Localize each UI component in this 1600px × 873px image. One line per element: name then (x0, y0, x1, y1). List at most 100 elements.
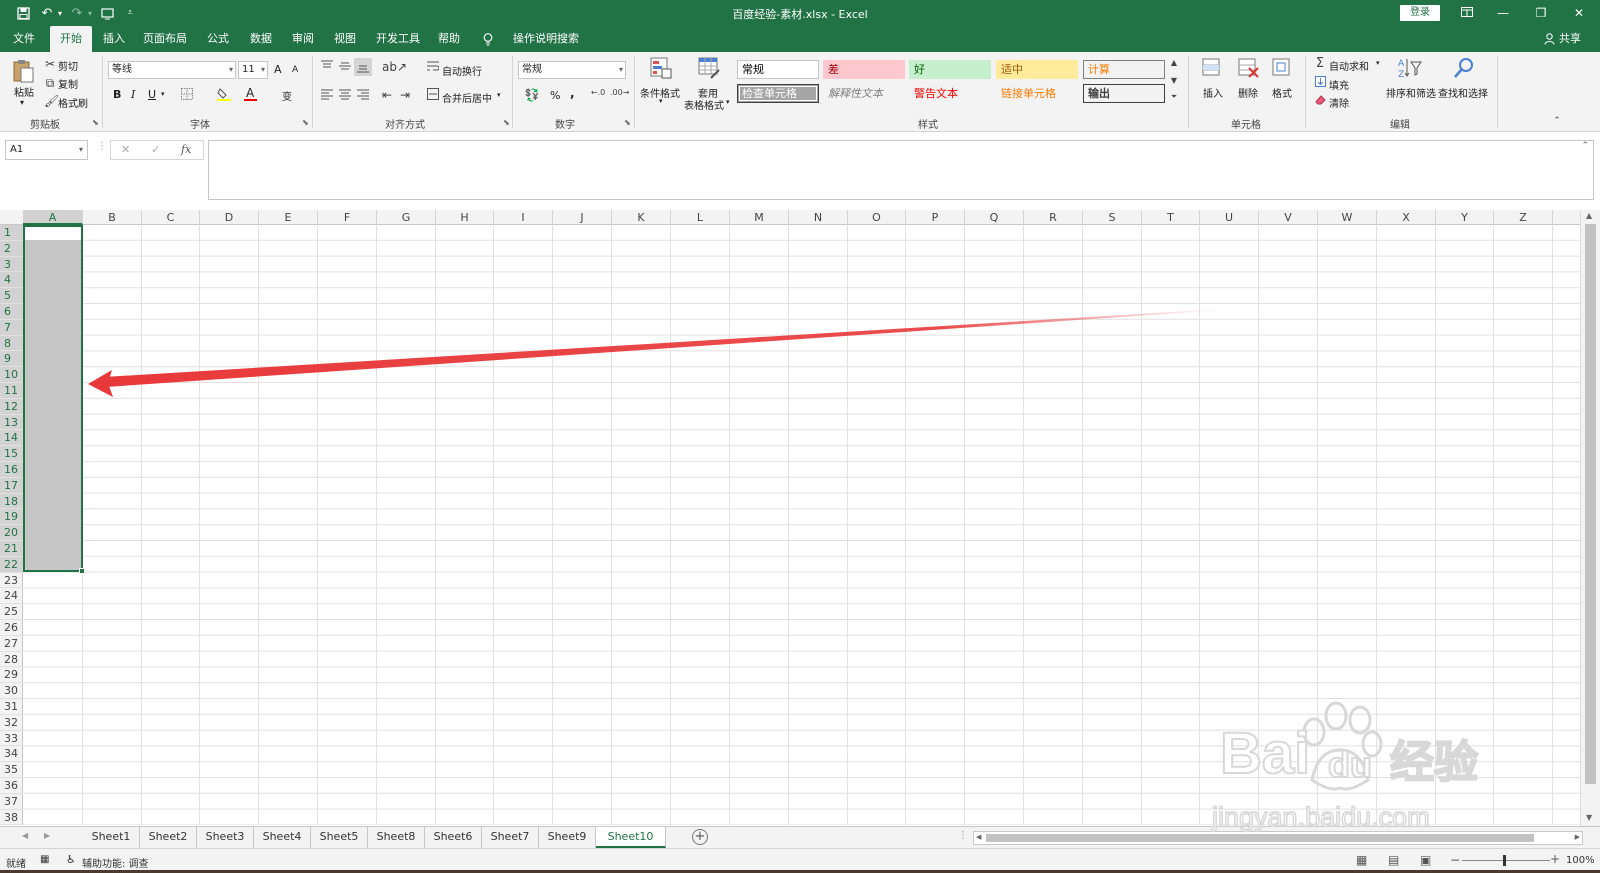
tab-review[interactable]: 审阅 (287, 26, 319, 52)
cut-icon[interactable]: ✂ (44, 57, 56, 71)
autosum-button[interactable]: 自动求和 (1329, 58, 1369, 73)
style-warning-text[interactable]: 警告文本 (909, 84, 991, 103)
fill-icon[interactable] (1314, 76, 1326, 90)
align-left-icon[interactable] (320, 88, 334, 103)
find-select-button[interactable]: 查找和选择 (1438, 85, 1488, 100)
collapse-ribbon-icon[interactable]: ⌃ (1550, 116, 1564, 126)
page-layout-view-icon[interactable]: ▤ (1388, 853, 1399, 867)
sheet-tab[interactable]: Sheet4 (254, 827, 311, 848)
sort-filter-icon[interactable]: AZ (1396, 56, 1424, 82)
sheet-scroll-right-icon[interactable]: ▶ (44, 831, 50, 840)
increase-indent-icon[interactable]: ⇥ (398, 88, 412, 102)
increase-decimal-icon[interactable]: ←.0 (590, 88, 606, 97)
underline-button[interactable]: U (148, 88, 156, 101)
scroll-up-icon[interactable]: ▲ (1586, 211, 1592, 220)
font-name-combo[interactable]: 等线 ▾ (108, 61, 236, 79)
clear-eraser-icon[interactable] (1314, 94, 1326, 108)
login-button[interactable]: 登录 (1400, 5, 1440, 21)
merge-center-button[interactable]: 合并后居中 (442, 90, 492, 105)
minimize-icon[interactable]: — (1488, 3, 1518, 23)
horizontal-scrollbar[interactable]: ◀ ▶ (973, 831, 1583, 845)
merge-center-icon[interactable] (426, 88, 440, 103)
vertical-scroll-thumb[interactable] (1585, 224, 1596, 784)
style-calculation[interactable]: 计算 (1083, 60, 1165, 79)
font-size-combo[interactable]: 11 ▾ (238, 61, 268, 79)
ribbon-display-options-icon[interactable] (1452, 3, 1482, 23)
lightbulb-icon[interactable] (480, 26, 496, 52)
autosum-dropdown-icon[interactable]: ▾ (1376, 59, 1380, 67)
italic-button[interactable]: I (131, 88, 135, 101)
align-top-icon[interactable] (320, 60, 334, 75)
accessibility-icon[interactable]: ♿ (66, 853, 76, 866)
sheet-scroll-left-icon[interactable]: ◀ (22, 831, 28, 840)
format-as-table-dropdown-icon[interactable]: ▾ (726, 98, 730, 106)
underline-dropdown-icon[interactable]: ▾ (161, 90, 165, 98)
paste-dropdown-icon[interactable]: ▾ (20, 98, 24, 107)
bold-button[interactable]: B (113, 88, 121, 101)
tab-developer[interactable]: 开发工具 (373, 26, 423, 52)
tab-view[interactable]: 视图 (329, 26, 361, 52)
share-person-icon[interactable] (1542, 26, 1556, 52)
tab-insert[interactable]: 插入 (98, 26, 130, 52)
tab-data[interactable]: 数据 (245, 26, 277, 52)
normal-view-icon[interactable]: ▦ (1356, 853, 1367, 867)
tab-page-layout[interactable]: 页面布局 (140, 26, 190, 52)
insert-cells-icon[interactable] (1200, 56, 1224, 82)
insert-function-button[interactable]: fx (181, 143, 191, 156)
fill-color-icon[interactable] (216, 87, 232, 104)
sheet-tab[interactable]: Sheet7 (482, 827, 539, 848)
delete-cells-button[interactable]: 删除 (1238, 85, 1258, 100)
expand-formula-bar-icon[interactable]: ⌃ (1581, 141, 1589, 151)
style-output[interactable]: 输出 (1083, 84, 1165, 103)
scroll-down-icon[interactable]: ▼ (1586, 813, 1592, 822)
style-explanatory[interactable]: 解释性文本 (823, 84, 905, 103)
accessibility-status[interactable]: 辅助功能: 调查 (82, 855, 149, 870)
font-color-button[interactable]: A (246, 86, 254, 100)
insert-cells-button[interactable]: 插入 (1203, 85, 1223, 100)
grow-font-button[interactable]: A (274, 63, 282, 76)
number-format-combo[interactable]: 常规 ▾ (518, 61, 626, 79)
confirm-entry-icon[interactable]: ✓ (151, 143, 160, 156)
cut-button[interactable]: 剪切 (58, 58, 78, 73)
gallery-scroll-down-icon[interactable]: ▼ (1168, 76, 1180, 85)
tab-formulas[interactable]: 公式 (202, 26, 234, 52)
align-bottom-icon[interactable] (354, 58, 372, 76)
paste-label[interactable]: 粘贴 (14, 84, 34, 99)
comma-button[interactable]: , (570, 86, 575, 100)
cancel-entry-icon[interactable]: ✕ (121, 143, 130, 156)
close-icon[interactable]: ✕ (1564, 3, 1594, 23)
style-good[interactable]: 好 (909, 60, 991, 79)
share-button[interactable]: 共享 (1558, 26, 1582, 52)
gallery-more-icon[interactable]: ⏷ (1168, 92, 1180, 102)
style-neutral[interactable]: 适中 (996, 60, 1078, 79)
zoom-slider-thumb[interactable] (1503, 855, 1506, 866)
tell-me-search[interactable]: 操作说明搜索 (500, 26, 592, 52)
percent-button[interactable]: % (550, 89, 560, 102)
wrap-text-button[interactable]: 自动换行 (442, 63, 482, 78)
sheet-tab[interactable]: Sheet9 (539, 827, 596, 848)
copy-button[interactable]: 复制 (58, 76, 78, 91)
style-linked-cell[interactable]: 链接单元格 (996, 84, 1078, 103)
accounting-format-icon[interactable]: 💱 (522, 88, 542, 102)
zoom-in-icon[interactable]: + (1550, 852, 1560, 866)
sheet-tab-active[interactable]: Sheet10 (596, 827, 666, 848)
gallery-scroll-up-icon[interactable]: ▲ (1168, 58, 1180, 67)
align-center-icon[interactable] (338, 88, 352, 103)
wrap-text-icon[interactable] (426, 60, 440, 75)
tab-help[interactable]: 帮助 (433, 26, 465, 52)
scroll-left-icon[interactable]: ◀ (976, 833, 981, 841)
shrink-font-button[interactable]: A (292, 65, 298, 75)
vertical-scrollbar[interactable]: ▲ ▼ (1580, 210, 1600, 826)
zoom-out-icon[interactable]: − (1450, 853, 1460, 867)
orientation-icon[interactable]: ab↗ (382, 60, 407, 74)
align-right-icon[interactable] (356, 88, 370, 103)
format-cells-icon[interactable] (1270, 56, 1294, 82)
paste-icon[interactable] (10, 58, 36, 84)
find-select-icon[interactable] (1450, 56, 1478, 82)
style-bad[interactable]: 差 (823, 60, 905, 79)
zoom-slider[interactable] (1462, 860, 1550, 861)
scroll-right-icon[interactable]: ▶ (1575, 833, 1580, 841)
sheet-tab[interactable]: Sheet1 (83, 827, 140, 848)
conditional-formatting-icon[interactable] (648, 56, 674, 80)
copy-icon[interactable]: ⧉ (44, 76, 56, 91)
